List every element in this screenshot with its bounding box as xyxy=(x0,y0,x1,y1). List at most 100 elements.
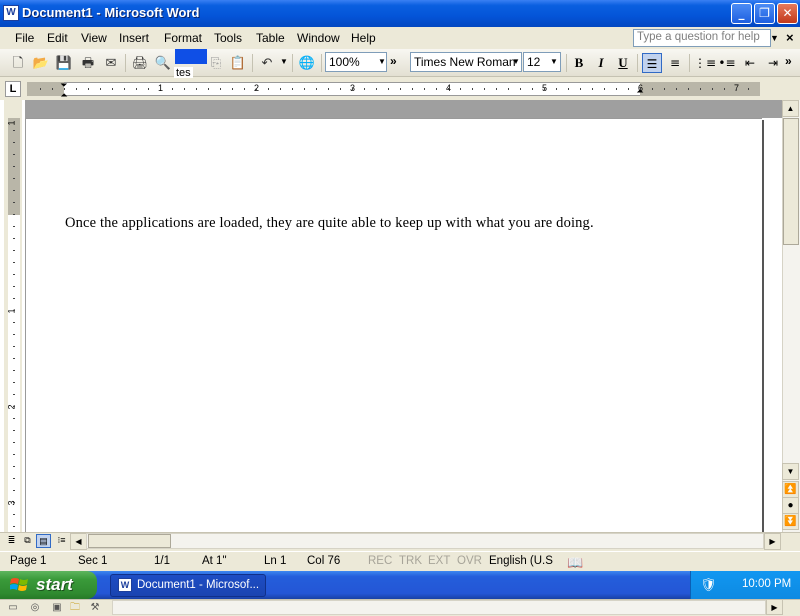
word-app-icon[interactable]: W xyxy=(3,5,19,21)
print-layout-view-icon[interactable]: ▤ xyxy=(36,534,51,548)
toolbar-overflow-icon[interactable]: » xyxy=(785,54,792,68)
scroll-down-icon[interactable]: ▼ xyxy=(782,463,799,480)
spelling-status-icon[interactable]: 📖 xyxy=(567,555,583,571)
tab-selector-icon[interactable]: L xyxy=(5,81,21,97)
open-folder-icon[interactable]: 📂 xyxy=(31,53,51,73)
bullets-icon[interactable]: •≡ xyxy=(717,53,737,73)
outline-view-icon[interactable]: ⁝≡ xyxy=(54,534,69,548)
numbering-icon[interactable]: ⋮≡ xyxy=(694,53,716,73)
undo-dropdown-icon[interactable]: ▼ xyxy=(280,57,288,66)
decrease-indent-icon[interactable]: ⇤ xyxy=(740,53,760,73)
font-dropdown-icon[interactable]: ▼ xyxy=(512,57,520,66)
menu-help[interactable]: Help xyxy=(351,31,376,45)
permission-icon[interactable]: 🖶 xyxy=(78,53,98,73)
vertical-ruler-tick xyxy=(13,478,15,479)
vertical-ruler-tick xyxy=(13,358,15,359)
menu-view[interactable]: View xyxy=(81,31,107,45)
ruler-tick xyxy=(208,88,209,90)
close-button[interactable]: ✕ xyxy=(777,3,798,24)
document-close-icon[interactable]: × xyxy=(786,30,794,45)
vertical-ruler-tick xyxy=(13,466,15,467)
paste-icon[interactable]: 📋 xyxy=(228,53,248,73)
ruler-tick xyxy=(52,88,53,90)
new-document-icon[interactable]: 🗋 xyxy=(8,53,28,73)
status-rec[interactable]: REC xyxy=(368,555,392,567)
print-icon[interactable]: 🖨 xyxy=(130,53,150,73)
scroll-left-icon[interactable]: ◀ xyxy=(70,533,87,550)
scroll-right-icon[interactable]: ▶ xyxy=(764,533,781,550)
print-preview-icon[interactable]: 🔍 xyxy=(153,53,173,73)
security-alert-icon[interactable]: 🛡 xyxy=(700,577,717,593)
ruler-tick xyxy=(460,88,461,90)
vertical-ruler-tick xyxy=(13,394,15,395)
ruler-tick xyxy=(364,88,365,90)
horizontal-scrollbar[interactable] xyxy=(86,533,764,549)
ruler-tick xyxy=(184,88,185,90)
ruler-tick xyxy=(232,88,233,90)
drawing-oval-icon[interactable]: ◎ xyxy=(28,601,42,614)
vertical-ruler-tick xyxy=(13,250,15,251)
drawing-rectangle-icon[interactable]: ▭ xyxy=(6,601,20,614)
font-size-dropdown-icon[interactable]: ▼ xyxy=(550,57,558,66)
ruler-tick xyxy=(196,88,197,90)
windows-logo-icon xyxy=(9,576,30,594)
font-name-select[interactable]: Times New Roman xyxy=(410,52,522,72)
email-icon[interactable]: ✉ xyxy=(101,53,121,73)
taskbar-word-button[interactable]: Document1 - Microsof... xyxy=(110,574,266,597)
drawing-textbox-icon[interactable]: ▣ xyxy=(50,601,64,614)
ask-dropdown-arrow-icon[interactable]: ▼ xyxy=(770,33,779,43)
status-column: Col 76 xyxy=(307,555,341,567)
previous-page-icon[interactable]: ⏫ xyxy=(782,481,799,498)
menu-window[interactable]: Window xyxy=(297,31,340,45)
italic-button[interactable]: I xyxy=(591,53,611,73)
copy-icon[interactable]: ⎘ xyxy=(206,53,226,73)
status-trk[interactable]: TRK xyxy=(399,555,422,567)
scroll-up-icon[interactable]: ▲ xyxy=(782,100,799,117)
next-page-icon[interactable]: ⏬ xyxy=(782,513,799,530)
status-page-count: 1/1 xyxy=(154,555,170,567)
align-center-icon[interactable]: ≡ xyxy=(665,53,685,73)
menu-edit[interactable]: Edit xyxy=(47,31,68,45)
status-ext[interactable]: EXT xyxy=(428,555,450,567)
ruler-tick xyxy=(700,88,701,90)
save-icon[interactable]: 💾 xyxy=(54,53,74,73)
tool-icon[interactable]: ⚒ xyxy=(88,601,102,614)
align-left-icon[interactable]: ☰ xyxy=(642,53,662,73)
normal-view-icon[interactable]: ≣ xyxy=(4,534,19,548)
status-ovr[interactable]: OVR xyxy=(457,555,482,567)
vertical-ruler-tick xyxy=(13,298,15,299)
menu-format[interactable]: Format xyxy=(164,31,202,45)
ruler-tick xyxy=(172,88,173,90)
vertical-ruler-tick xyxy=(13,262,15,263)
bold-button[interactable]: B xyxy=(569,53,589,73)
vertical-ruler-tick xyxy=(13,346,15,347)
underline-button[interactable]: U xyxy=(613,53,633,73)
web-layout-view-icon[interactable]: ⧉ xyxy=(20,534,35,548)
vertical-ruler-tick xyxy=(13,178,15,179)
ask-question-input[interactable]: Type a question for help xyxy=(633,29,771,47)
insert-hyperlink-icon[interactable]: 🌐 xyxy=(297,53,317,73)
toolbar-overflow-icon[interactable]: » xyxy=(390,54,397,68)
menu-insert[interactable]: Insert xyxy=(119,31,149,45)
document-page[interactable] xyxy=(25,118,762,532)
document-body-text[interactable]: Once the applications are loaded, they a… xyxy=(65,215,594,232)
select-browse-object-icon[interactable]: ● xyxy=(782,497,799,514)
increase-indent-icon[interactable]: ⇥ xyxy=(763,53,783,73)
minimize-button[interactable]: _ xyxy=(731,3,752,24)
menu-table[interactable]: Table xyxy=(256,31,285,45)
ruler-tick xyxy=(592,88,593,90)
zoom-dropdown-icon[interactable]: ▼ xyxy=(378,57,386,66)
horizontal-scroll-thumb[interactable] xyxy=(88,534,171,548)
folder-icon[interactable]: 🗀 xyxy=(68,601,82,614)
undo-icon[interactable]: ↶ xyxy=(257,53,277,73)
clock[interactable]: 10:00 PM xyxy=(742,578,791,590)
maximize-button[interactable]: ❐ xyxy=(754,3,775,24)
bottom-scroll-right-icon[interactable]: ▶ xyxy=(766,599,783,615)
menu-tools[interactable]: Tools xyxy=(214,31,242,45)
ruler-tick xyxy=(604,88,605,90)
bottom-scrollbar[interactable] xyxy=(112,600,766,615)
dragged-toolbar-button[interactable] xyxy=(175,49,207,64)
vertical-scroll-thumb[interactable] xyxy=(783,118,799,245)
menu-file[interactable]: File xyxy=(15,31,34,45)
toolbar-separator xyxy=(566,54,567,72)
